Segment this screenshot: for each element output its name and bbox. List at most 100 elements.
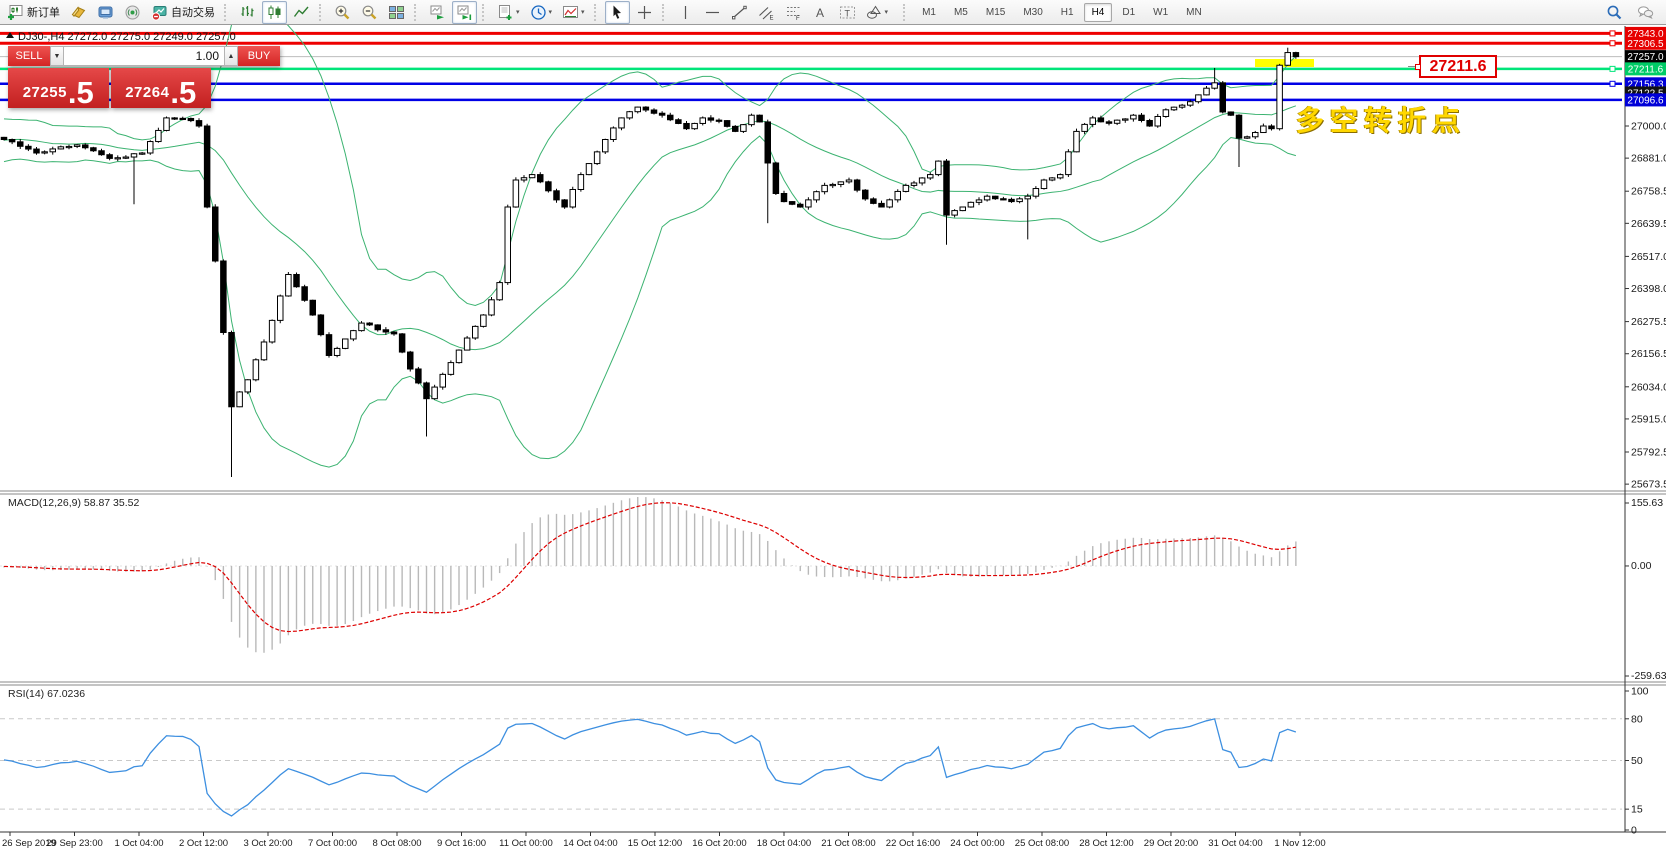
crosshair-button[interactable] <box>632 1 657 24</box>
dropdown-arrow-icon: ▾ <box>549 8 553 16</box>
zoom-in-icon <box>334 4 351 21</box>
timeframe-w1-button[interactable]: W1 <box>1145 3 1176 22</box>
timeframe-h4-button[interactable]: H4 <box>1084 3 1113 22</box>
text-a-icon: A <box>812 4 829 21</box>
toolbar-grip <box>482 4 488 21</box>
toolbar-grip <box>224 4 230 21</box>
svg-text:27096.6: 27096.6 <box>1627 95 1664 106</box>
terminal-icon <box>97 4 114 21</box>
timeframe-m30-button[interactable]: M30 <box>1015 3 1050 22</box>
chat-icon[interactable] <box>1637 4 1654 21</box>
dropdown-arrow-icon: ▾ <box>885 8 889 16</box>
vertical-line-button[interactable] <box>673 1 698 24</box>
dropdown-arrow-icon: ▾ <box>516 8 520 16</box>
timeframe-d1-button[interactable]: D1 <box>1114 3 1143 22</box>
turning-point-label: 多空转折点 <box>1296 99 1466 139</box>
svg-text:15: 15 <box>1631 804 1643 816</box>
auto-trading-label: 自动交易 <box>171 4 215 20</box>
timeframe-m5-button[interactable]: M5 <box>946 3 976 22</box>
chart-shift-button[interactable] <box>452 1 477 24</box>
market-button[interactable] <box>66 1 91 24</box>
sell-price-main: 27255 <box>23 84 67 101</box>
terminal-button[interactable] <box>93 1 118 24</box>
trendline-button[interactable] <box>727 1 752 24</box>
svg-text:A: A <box>816 6 824 20</box>
label-t-icon: T <box>839 4 856 21</box>
timeframe-m1-button[interactable]: M1 <box>914 3 944 22</box>
svg-text:E: E <box>769 15 773 21</box>
signals-button[interactable] <box>120 1 145 24</box>
market-icon <box>70 4 87 21</box>
fibo-icon: F <box>785 4 802 21</box>
axis-layer: 27000.026881.026758.526639.526517.026398… <box>0 26 1666 849</box>
line-chart-mode-button[interactable] <box>289 1 314 24</box>
templates-icon <box>562 4 579 21</box>
new-order-icon <box>7 4 24 21</box>
sell-price-fraction: .5 <box>68 78 94 107</box>
svg-text:28 Oct 12:00: 28 Oct 12:00 <box>1079 838 1133 849</box>
sell-button[interactable]: SELL <box>8 46 50 66</box>
svg-text:25 Oct 08:00: 25 Oct 08:00 <box>1015 838 1069 849</box>
zoom-in-button[interactable] <box>330 1 355 24</box>
auto-trading-icon <box>151 4 168 21</box>
volume-down-button[interactable]: ▼ <box>50 46 64 66</box>
fibonacci-button[interactable]: F <box>781 1 806 24</box>
equidistant-channel-button[interactable]: E <box>754 1 779 24</box>
svg-text:2 Oct 12:00: 2 Oct 12:00 <box>179 838 228 849</box>
svg-text:T: T <box>844 8 850 18</box>
toolbar-grip <box>903 4 909 21</box>
svg-text:155.63: 155.63 <box>1631 497 1663 509</box>
horizontal-line-button[interactable] <box>700 1 725 24</box>
tile-windows-button[interactable] <box>384 1 409 24</box>
svg-text:1 Nov 12:00: 1 Nov 12:00 <box>1274 838 1325 849</box>
svg-text:29 Oct 20:00: 29 Oct 20:00 <box>1144 838 1198 849</box>
buy-button[interactable]: BUY <box>238 46 280 66</box>
vline-icon <box>677 4 694 21</box>
svg-text:80: 80 <box>1631 713 1643 725</box>
auto-trading-button[interactable]: 自动交易 <box>147 1 219 24</box>
svg-text:21 Oct 08:00: 21 Oct 08:00 <box>821 838 875 849</box>
new-order-button[interactable]: 新订单 <box>3 1 64 24</box>
text-label-button[interactable]: T <box>835 1 860 24</box>
candle-chart-mode-button[interactable] <box>262 1 287 24</box>
volume-input[interactable] <box>64 46 224 66</box>
shapes-icon <box>866 4 883 21</box>
svg-text:7 Oct 00:00: 7 Oct 00:00 <box>308 838 357 849</box>
buy-price-panel[interactable]: 27264 .5 <box>111 68 212 108</box>
macd-indicator-label: MACD(12,26,9) 58.87 35.52 <box>8 497 139 509</box>
one-click-collapse-arrow[interactable] <box>6 32 14 38</box>
shapes-button[interactable]: ▾ <box>862 1 893 24</box>
toolbar-grip <box>319 4 325 21</box>
annotation-handle[interactable] <box>1415 64 1421 70</box>
svg-text:16 Oct 20:00: 16 Oct 20:00 <box>692 838 746 849</box>
templates-button[interactable]: ▾ <box>558 1 589 24</box>
price-level-annotation[interactable]: 27211.6 <box>1419 55 1497 78</box>
sell-price-panel[interactable]: 27255 .5 <box>8 68 109 108</box>
svg-text:25915.0: 25915.0 <box>1631 413 1666 425</box>
new-chart-button[interactable]: ▾ <box>493 1 524 24</box>
search-icon[interactable] <box>1606 4 1623 21</box>
svg-text:29 Sep 23:00: 29 Sep 23:00 <box>46 838 103 849</box>
auto-scroll-button[interactable] <box>425 1 450 24</box>
bar-chart-mode-button[interactable] <box>235 1 260 24</box>
signals-icon <box>124 4 141 21</box>
timeframe-m15-button[interactable]: M15 <box>978 3 1013 22</box>
toolbar: 新订单 自动交易 ▾ ▾ ▾ E FA T ▾ M1M5M15M30H1H4D1W1MN <box>0 0 1666 25</box>
new-chart-icon <box>497 4 514 21</box>
periods-button[interactable]: ▾ <box>526 1 557 24</box>
zoom-out-button[interactable] <box>357 1 382 24</box>
svg-text:26758.5: 26758.5 <box>1631 186 1666 198</box>
svg-text:100: 100 <box>1631 686 1649 698</box>
svg-text:50: 50 <box>1631 755 1643 767</box>
timeframe-mn-button[interactable]: MN <box>1178 3 1210 22</box>
periods-icon <box>530 4 547 21</box>
svg-text:0: 0 <box>1631 825 1637 837</box>
volume-up-button[interactable]: ▲ <box>224 46 238 66</box>
new-order-label: 新订单 <box>27 4 60 20</box>
svg-text:18 Oct 04:00: 18 Oct 04:00 <box>757 838 811 849</box>
svg-text:26398.0: 26398.0 <box>1631 283 1666 295</box>
text-button[interactable]: A <box>808 1 833 24</box>
cursor-button[interactable] <box>605 1 630 24</box>
svg-text:26034.0: 26034.0 <box>1631 381 1666 393</box>
timeframe-h1-button[interactable]: H1 <box>1053 3 1082 22</box>
